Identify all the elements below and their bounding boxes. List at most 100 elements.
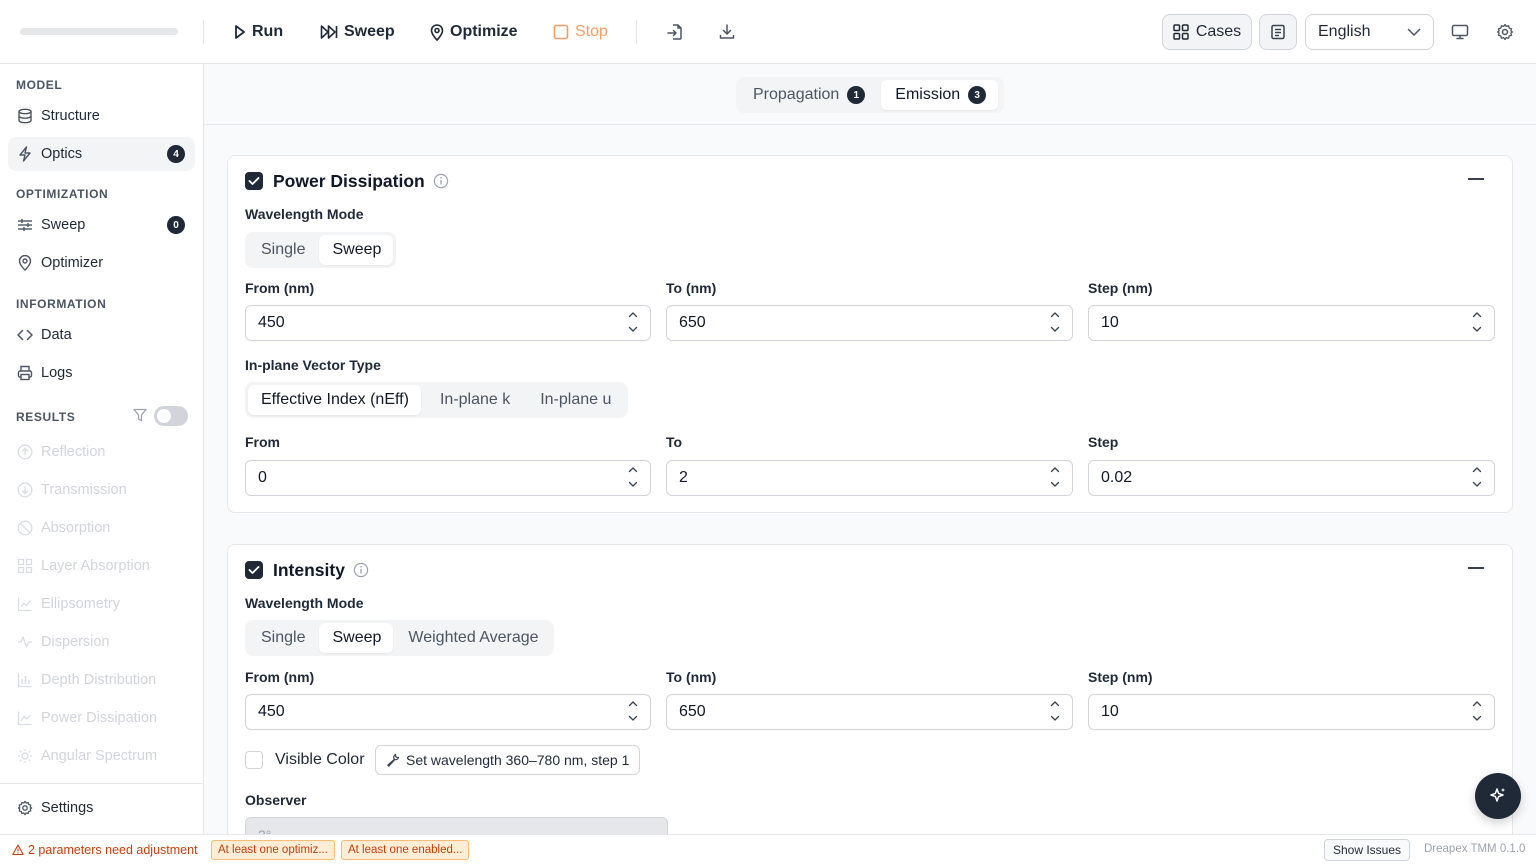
mode-single[interactable]: Single: [248, 623, 317, 653]
collapse-icon[interactable]: [1468, 567, 1484, 569]
optics-count-badge: 4: [167, 145, 185, 163]
sidebar-item-structure[interactable]: Structure: [8, 99, 195, 133]
to-nm-input[interactable]: 650: [666, 694, 1073, 730]
inplane-vector-type-label: In-plane Vector Type: [245, 357, 381, 373]
collapse-icon[interactable]: [1468, 178, 1484, 180]
monitor-icon: [1451, 24, 1469, 40]
sidebar-item-angular-spectrum[interactable]: Angular Spectrum: [8, 739, 195, 773]
info-icon[interactable]: [433, 173, 449, 189]
tab-propagation[interactable]: Propagation 1: [739, 80, 877, 110]
sidebar-item-transmission[interactable]: Transmission: [8, 473, 195, 507]
sweep-button[interactable]: Sweep: [320, 16, 395, 48]
arrow-down-circle-icon: [17, 482, 33, 498]
issue-chip[interactable]: At least one enabled...: [341, 840, 470, 860]
toolbar-divider: [203, 20, 204, 44]
vec-step-label: Step: [1088, 434, 1119, 450]
sidebar-item-layer-absorption[interactable]: Layer Absorption: [8, 549, 195, 583]
line-chart-icon: [17, 596, 33, 612]
spinner-icon[interactable]: [1050, 700, 1060, 722]
mode-sweep[interactable]: Sweep: [319, 623, 394, 653]
card-title: Intensity: [273, 559, 345, 580]
pin-icon: [430, 23, 444, 41]
step-nm-input[interactable]: 10: [1088, 694, 1495, 730]
inplane-k[interactable]: In-plane k: [423, 385, 524, 415]
tab-emission[interactable]: Emission 3: [881, 80, 999, 110]
grid-icon: [17, 558, 33, 574]
top-toolbar: Run Sweep Optimize Stop Cases English: [0, 0, 1536, 64]
stop-button[interactable]: Stop: [553, 16, 608, 48]
info-icon[interactable]: [353, 562, 369, 578]
mode-sweep[interactable]: Sweep: [319, 235, 394, 265]
wavelength-mode-segmented: Single Sweep Weighted Average: [245, 620, 554, 656]
sidebar-item-settings[interactable]: Settings: [8, 791, 195, 825]
sidebar-item-data[interactable]: Data: [8, 318, 195, 352]
mode-single[interactable]: Single: [248, 235, 317, 265]
show-issues-button[interactable]: Show Issues: [1324, 839, 1411, 861]
notes-button[interactable]: [1259, 14, 1297, 50]
observer-select[interactable]: 2°: [245, 817, 668, 834]
from-nm-label: From (nm): [245, 280, 315, 296]
sidebar-item-depth-distribution[interactable]: Depth Distribution: [8, 663, 195, 697]
set-wavelength-button[interactable]: Set wavelength 360–780 nm, step 1: [375, 745, 641, 775]
sidebar-item-logs[interactable]: Logs: [8, 356, 195, 390]
inplane-u[interactable]: In-plane u: [526, 385, 625, 415]
inplane-effective-index[interactable]: Effective Index (nEff): [248, 385, 421, 415]
step-nm-label: Step (nm): [1088, 280, 1153, 296]
sidebar-item-reflection[interactable]: Reflection: [8, 435, 195, 469]
settings-gear-button[interactable]: [1489, 16, 1521, 48]
sweep-count-badge: 0: [167, 216, 185, 234]
to-nm-input[interactable]: 650: [666, 305, 1073, 341]
power-dissipation-checkbox[interactable]: [245, 172, 263, 190]
sliders-icon: [17, 217, 33, 233]
sidebar-item-absorption[interactable]: Absorption: [8, 511, 195, 545]
sidebar: MODEL Structure Optics 4 OPTIMIZATION Sw…: [0, 64, 204, 834]
sidebar-item-power-dissipation[interactable]: Power Dissipation: [8, 701, 195, 735]
to-nm-label: To (nm): [666, 669, 717, 685]
visible-color-option[interactable]: Visible Color: [245, 751, 365, 769]
lightning-icon: [17, 146, 33, 162]
language-select[interactable]: English: [1305, 14, 1434, 50]
import-button[interactable]: [659, 16, 691, 48]
cases-button[interactable]: Cases: [1162, 14, 1252, 50]
optimize-button[interactable]: Optimize: [430, 16, 518, 48]
display-button[interactable]: [1444, 16, 1476, 48]
visible-color-checkbox[interactable]: [245, 751, 263, 769]
sidebar-item-optics[interactable]: Optics 4: [8, 137, 195, 171]
ai-assistant-button[interactable]: [1475, 773, 1521, 819]
sidebar-item-optimizer[interactable]: Optimizer: [8, 246, 195, 280]
spinner-icon[interactable]: [1050, 311, 1060, 333]
spinner-icon[interactable]: [1050, 466, 1060, 488]
step-nm-input[interactable]: 10: [1088, 305, 1495, 341]
filter-icon[interactable]: [133, 408, 147, 422]
sidebar-item-ellipsometry[interactable]: Ellipsometry: [8, 587, 195, 621]
grid-icon: [1173, 24, 1189, 40]
issue-chip[interactable]: At least one optimiz...: [211, 840, 335, 860]
from-nm-input[interactable]: 450: [245, 305, 651, 341]
card-title: Power Dissipation: [273, 170, 425, 191]
inplane-vector-segmented: Effective Index (nEff) In-plane k In-pla…: [245, 382, 629, 418]
download-button[interactable]: [711, 16, 743, 48]
code-icon: [17, 327, 33, 343]
spinner-icon[interactable]: [628, 311, 638, 333]
vec-to-input[interactable]: 2: [666, 460, 1073, 496]
mode-weighted-average[interactable]: Weighted Average: [395, 623, 550, 653]
results-filter-toggle[interactable]: [154, 406, 188, 426]
run-button[interactable]: Run: [234, 16, 283, 48]
intensity-checkbox[interactable]: [245, 561, 263, 579]
chevron-down-icon: [1407, 28, 1421, 37]
vec-step-input[interactable]: 0.02: [1088, 460, 1495, 496]
status-warning[interactable]: 2 parameters need adjustment: [12, 843, 198, 857]
stop-square-icon: [553, 24, 569, 40]
main-content: Propagation 1 Emission 3 Power Dissipati…: [204, 64, 1536, 834]
sidebar-item-dispersion[interactable]: Dispersion: [8, 625, 195, 659]
spinner-icon[interactable]: [1472, 311, 1482, 333]
sidebar-item-sweep[interactable]: Sweep 0: [8, 208, 195, 242]
spinner-icon[interactable]: [1472, 700, 1482, 722]
spinner-icon[interactable]: [628, 466, 638, 488]
from-nm-input[interactable]: 450: [245, 694, 651, 730]
to-nm-label: To (nm): [666, 280, 717, 296]
step-nm-label: Step (nm): [1088, 669, 1153, 685]
spinner-icon[interactable]: [628, 700, 638, 722]
vec-from-input[interactable]: 0: [245, 460, 651, 496]
spinner-icon[interactable]: [1472, 466, 1482, 488]
